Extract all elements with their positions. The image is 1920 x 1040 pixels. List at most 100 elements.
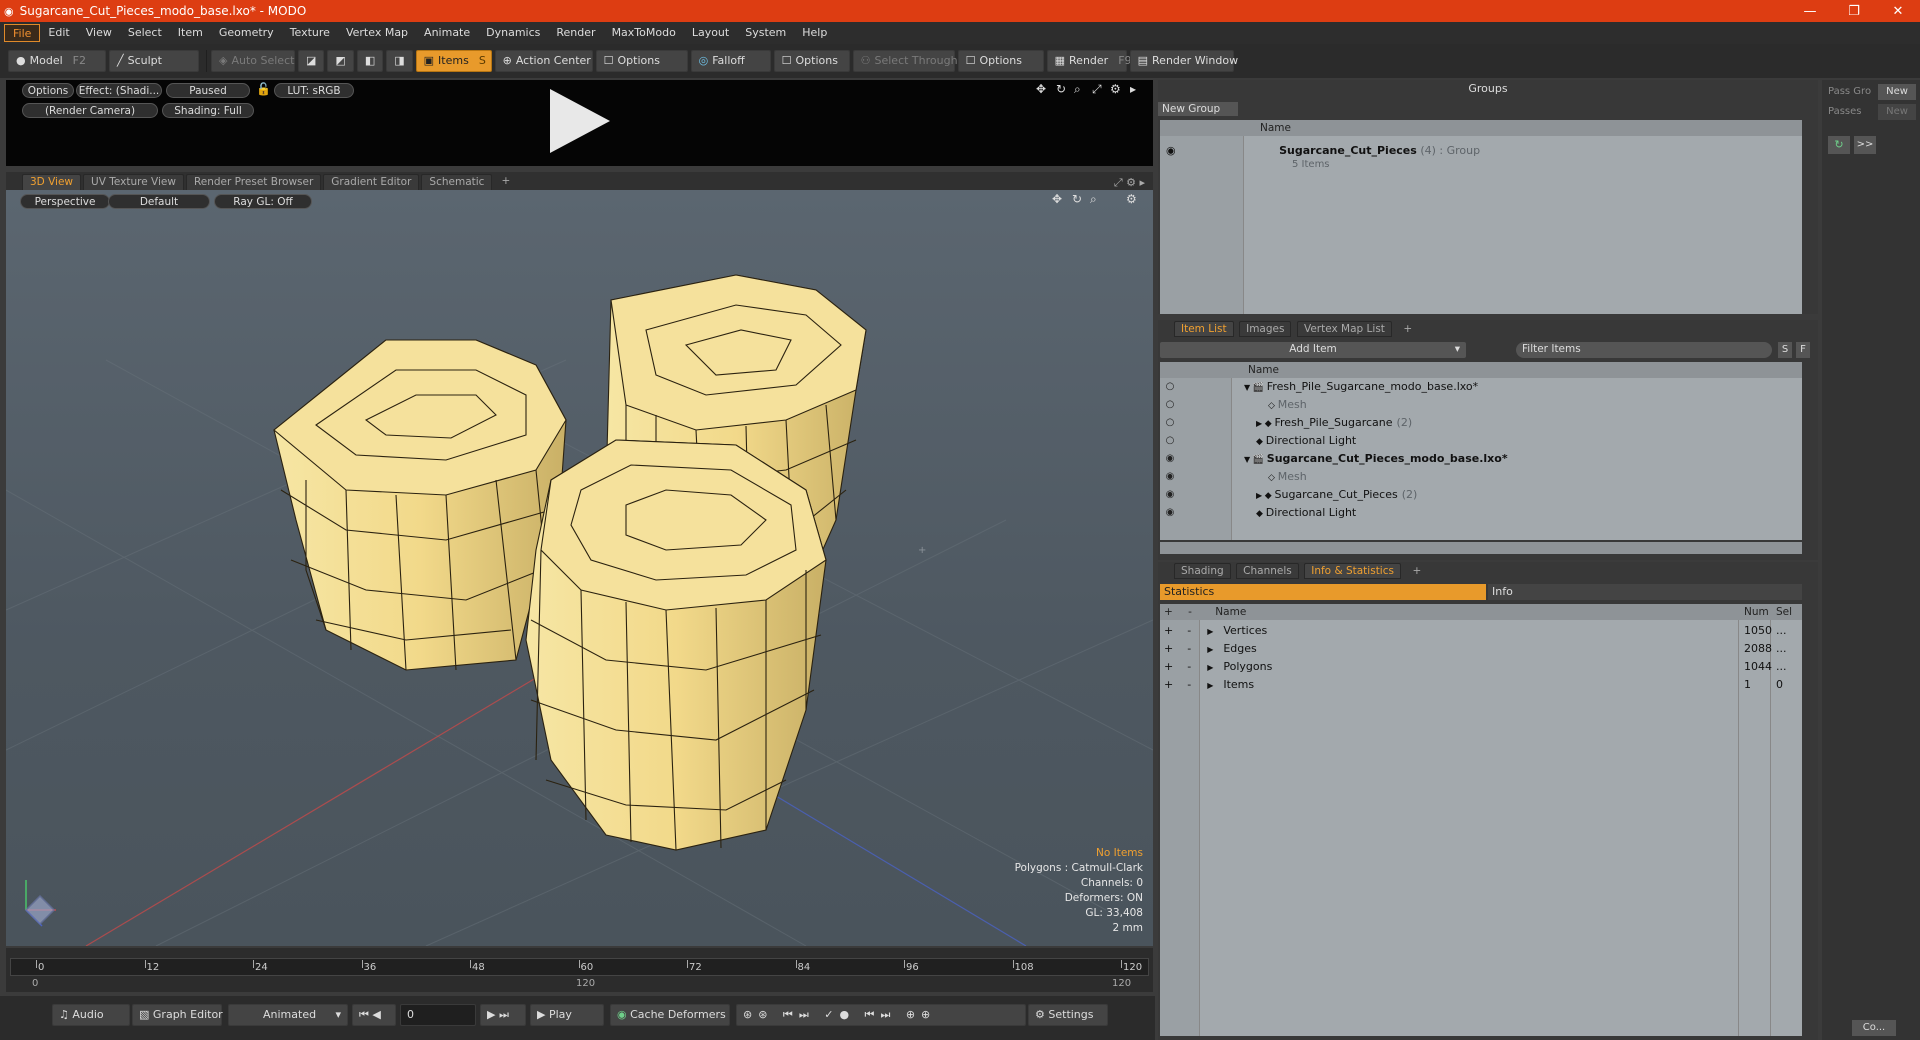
zoom-icon[interactable]: ⌕	[1090, 192, 1097, 207]
expand-right-icon[interactable]: ▶	[1207, 645, 1213, 654]
tab-gradient-editor[interactable]: Gradient Editor	[323, 174, 420, 190]
skip-end-buttons[interactable]: ▶ ⏭	[480, 1004, 526, 1026]
render-window-button[interactable]: ▤ Render Window	[1129, 50, 1238, 72]
perspective-pill[interactable]: Perspective	[20, 194, 110, 209]
select-through-button[interactable]: ⚇ Select Through	[852, 50, 958, 72]
options-pill[interactable]: Options	[22, 83, 74, 98]
paused-pill[interactable]: Paused	[166, 83, 250, 98]
expand-right-icon[interactable]: ▶	[1207, 663, 1213, 672]
menu-select[interactable]: Select	[120, 24, 170, 42]
gear-icon[interactable]: ⚙	[1110, 82, 1121, 96]
action-center-button[interactable]: ⊕ Action Center	[494, 50, 593, 72]
menu-system[interactable]: System	[737, 24, 794, 42]
expand-right-icon[interactable]: ▶	[1207, 681, 1213, 690]
3d-viewport[interactable]: + Perspective Default Ray GL: Off ✥ ↻ ⌕ …	[6, 190, 1153, 946]
timeline[interactable]: 0 12 24 36 48 60 72 84 96 108 120 0 120 120	[6, 948, 1153, 992]
action-center-options-button[interactable]: ☐ Options	[595, 50, 688, 72]
menu-vertex-map[interactable]: Vertex Map	[338, 24, 416, 42]
close-button[interactable]: ✕	[1876, 4, 1920, 19]
tab-vertex-map-list[interactable]: Vertex Map List	[1296, 321, 1392, 337]
raygl-pill[interactable]: Ray GL: Off	[214, 194, 312, 209]
tab-images[interactable]: Images	[1239, 321, 1292, 337]
viewport-panel-gear-icon[interactable]: ⤢ ⚙ ▸	[1114, 176, 1145, 190]
item-row[interactable]: ▼ 🎬 Fresh_Pile_Sugarcane_modo_base.lxo*	[1244, 378, 1478, 396]
skip-start-buttons[interactable]: ⏮ ◀	[352, 1004, 396, 1026]
rotate-icon[interactable]: ↻	[1056, 82, 1066, 96]
polygons-mode-button[interactable]: ◧	[356, 50, 384, 72]
eye-icon[interactable]: ○	[1164, 399, 1176, 410]
expand-down-icon[interactable]: ▼	[1244, 383, 1253, 392]
new-group-button[interactable]: New Group	[1158, 102, 1238, 116]
menu-edit[interactable]: Edit	[40, 24, 77, 42]
vertices-mode-button[interactable]: ◪	[298, 50, 325, 72]
filter-f-button[interactable]: F	[1796, 342, 1810, 358]
tab-channels[interactable]: Channels	[1236, 563, 1299, 579]
expand-right-icon[interactable]: ▶	[1256, 491, 1265, 500]
move-icon[interactable]: ✥	[1052, 192, 1062, 206]
command-input[interactable]: Co...	[1852, 1020, 1896, 1036]
add-tab-button[interactable]: +	[1397, 322, 1418, 338]
effect-pill[interactable]: Effect: (Shadi...	[76, 83, 162, 98]
menu-animate[interactable]: Animate	[416, 24, 478, 42]
remove-icon[interactable]: -	[1187, 624, 1191, 637]
move-icon[interactable]: ✥	[1036, 82, 1046, 96]
add-icon[interactable]: +	[1164, 660, 1173, 673]
play-button[interactable]: ▶ Play	[530, 1004, 604, 1026]
item-row[interactable]: ▶ ◆ Fresh_Pile_Sugarcane (2)	[1256, 414, 1412, 432]
edges-mode-button[interactable]: ◩	[327, 50, 354, 72]
audio-button[interactable]: ♫ Audio	[52, 1004, 130, 1026]
play-icon[interactable]	[544, 85, 614, 157]
statistics-row[interactable]: + - ▶ Edges 2088...	[1164, 640, 1794, 658]
tab-3d-view[interactable]: 3D View	[22, 174, 82, 190]
add-icon[interactable]: +	[1164, 642, 1173, 655]
item-row[interactable]: ◆ Directional Light	[1256, 432, 1356, 450]
tab-info-statistics[interactable]: Info & Statistics	[1304, 563, 1401, 579]
lock-icon[interactable]: 🔓	[256, 82, 271, 96]
menu-geometry[interactable]: Geometry	[211, 24, 282, 42]
chevron-right-icon[interactable]: ▸	[1130, 82, 1136, 96]
eye-icon[interactable]: ○	[1164, 417, 1176, 428]
add-item-button[interactable]: Add Item ▾	[1160, 342, 1466, 358]
menu-help[interactable]: Help	[794, 24, 835, 42]
item-list-scrollbar[interactable]	[1160, 542, 1802, 554]
menu-dynamics[interactable]: Dynamics	[478, 24, 548, 42]
cache-deformers-button[interactable]: ◉ Cache Deformers	[610, 1004, 730, 1026]
graph-editor-button[interactable]: ▧ Graph Editor	[132, 1004, 223, 1026]
tab-shading[interactable]: Shading	[1174, 563, 1231, 579]
items-mode-button[interactable]: ▣ Items S	[415, 50, 492, 72]
select-through-options-button[interactable]: ☐ Options	[957, 50, 1044, 72]
zoom-icon[interactable]: ⌕	[1074, 82, 1081, 97]
remove-icon[interactable]: -	[1187, 642, 1191, 655]
menu-texture[interactable]: Texture	[282, 24, 338, 42]
auto-select-button[interactable]: ◈ Auto Select	[211, 50, 295, 72]
render-button[interactable]: ▦ Render F9	[1046, 50, 1132, 72]
filter-s-button[interactable]: S	[1778, 342, 1792, 358]
minimize-button[interactable]: —	[1788, 4, 1832, 19]
rotate-icon[interactable]: ↻	[1072, 192, 1082, 206]
expand-right-icon[interactable]: ▶	[1256, 419, 1265, 428]
statistics-tab[interactable]: Statistics	[1160, 584, 1486, 600]
expand-right-icon[interactable]: ▶	[1207, 627, 1213, 636]
gear-icon[interactable]: ⚙	[1126, 192, 1137, 206]
filter-items-input[interactable]: Filter Items	[1516, 342, 1772, 358]
tab-uv-texture-view[interactable]: UV Texture View	[83, 174, 184, 190]
eye-icon[interactable]: ◉	[1164, 489, 1176, 500]
item-row[interactable]: ◆ Directional Light	[1256, 504, 1356, 522]
keyframe-tools[interactable]: ⊛⊛ ⏮⏭ ✓● ⏮⏭ ⊕⊕	[736, 1004, 1026, 1026]
default-pill[interactable]: Default	[108, 194, 210, 209]
timeline-ruler[interactable]	[10, 958, 1149, 976]
add-tab-button[interactable]: +	[1406, 564, 1427, 580]
add-icon[interactable]: +	[1164, 624, 1173, 637]
add-tab-button[interactable]: +	[494, 174, 517, 190]
falloff-options-button[interactable]: ☐ Options	[773, 50, 850, 72]
tab-schematic[interactable]: Schematic	[421, 174, 493, 190]
menu-view[interactable]: View	[78, 24, 120, 42]
remove-icon[interactable]: -	[1187, 660, 1191, 673]
eye-icon[interactable]: ◉	[1164, 507, 1176, 518]
fit-icon[interactable]: ⤢	[1092, 82, 1102, 97]
falloff-button[interactable]: ◎ Falloff	[690, 50, 771, 72]
animated-dropdown[interactable]: Animated ▾	[228, 1004, 348, 1026]
camera-pill[interactable]: (Render Camera)	[22, 103, 158, 118]
eye-icon[interactable]: ○	[1164, 435, 1176, 446]
new-pass-group-button[interactable]: New	[1878, 84, 1916, 100]
